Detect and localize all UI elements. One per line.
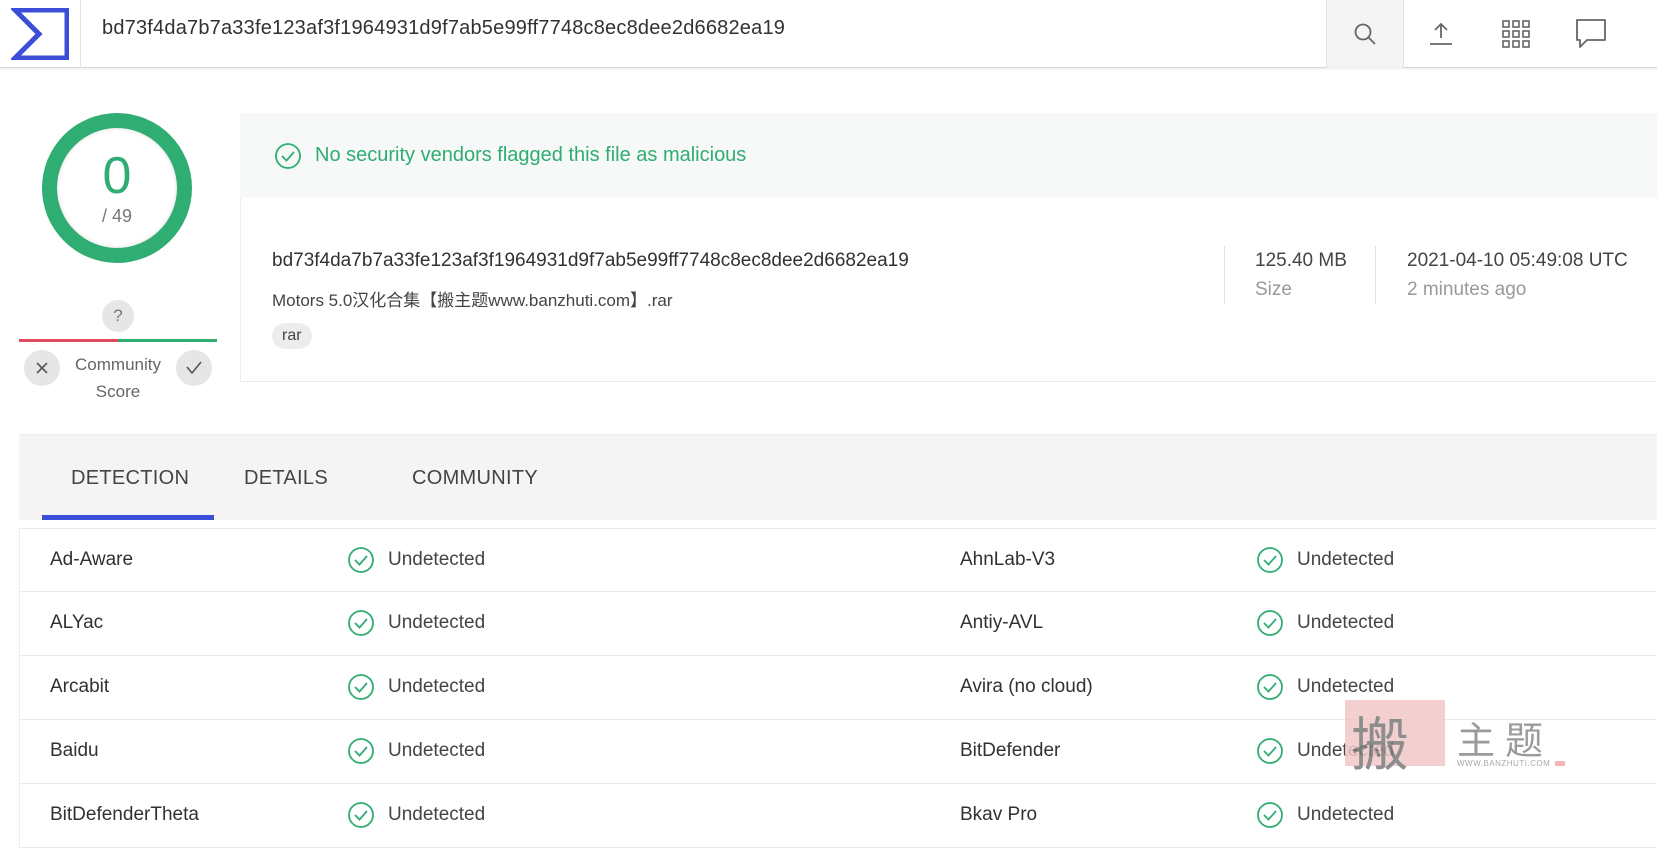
active-tab-indicator [42, 515, 214, 520]
community-bar-harmless [118, 339, 217, 342]
vendor-name[interactable]: Avira (no cloud) [960, 676, 1093, 698]
detection-score-ring: 0 / 49 [42, 113, 192, 263]
result-label: Undetected [388, 804, 486, 825]
community-label-line2: Score [95, 382, 141, 401]
watermark-url: WWW.BANZHUTI.COM [1457, 759, 1551, 768]
vendor-result: Undetected [1256, 609, 1394, 637]
check-circle-icon [348, 738, 374, 764]
upload-button[interactable] [1411, 0, 1471, 68]
vendor-name[interactable]: Baidu [50, 740, 99, 762]
divider [1224, 246, 1225, 304]
upload-icon [1430, 22, 1452, 45]
vendor-name[interactable]: Bkav Pro [960, 804, 1037, 826]
vendor-name[interactable]: ALYac [50, 612, 103, 634]
check-circle-icon [1257, 802, 1283, 828]
last-analysis-relative: 2 minutes ago [1407, 279, 1527, 300]
vendor-result: Undetected [347, 609, 485, 637]
result-label: Undetected [1297, 676, 1395, 697]
grid-icon [1502, 20, 1530, 48]
table-row: Ad-Aware Undetected AhnLab-V3 Undetected [20, 528, 1657, 592]
check-circle-icon [348, 674, 374, 700]
status-message: No security vendors flagged this file as… [315, 144, 747, 166]
search-icon [1354, 23, 1376, 45]
vendor-result: Undetected [347, 801, 485, 829]
community-bar-malicious [19, 339, 118, 342]
table-row: BitDefenderTheta Undetected Bkav Pro Undete… [20, 784, 1657, 848]
vendor-name[interactable]: BitDefenderTheta [50, 804, 199, 826]
vendor-result: Undetected [1256, 801, 1394, 829]
watermark-char-2: 主 [1457, 719, 1496, 763]
virustotal-logo[interactable] [0, 0, 81, 68]
file-size-value: 125.40 MB [1255, 250, 1347, 271]
result-label: Undetected [388, 549, 486, 570]
vendor-result: Undetected [347, 673, 485, 701]
community-label-line1: Community [75, 355, 161, 374]
file-hash[interactable]: bd73f4da7b7a33fe123af3f1964931d9f7ab5e99… [272, 250, 909, 272]
vendor-result: Undetected [347, 546, 485, 574]
file-name: Motors 5.0汉化合集【搬主题www.banzhuti.com】.rar [272, 291, 673, 310]
result-label: Undetected [388, 740, 486, 761]
community-score-label: Community Score [60, 351, 176, 405]
search-input[interactable]: bd73f4da7b7a33fe123af3f1964931d9f7ab5e99… [102, 17, 785, 40]
vendor-name[interactable]: BitDefender [960, 740, 1060, 762]
tab-community[interactable]: COMMUNITY [412, 435, 538, 521]
detection-table: Ad-Aware Undetected AhnLab-V3 Undetected ALY… [19, 528, 1657, 848]
close-icon [36, 362, 48, 374]
detection-score: 0 / 49 [57, 128, 177, 248]
community-score-value: ? [102, 300, 134, 332]
result-label: Undetected [1297, 804, 1395, 825]
apps-button[interactable] [1486, 0, 1546, 68]
chat-icon [1576, 19, 1606, 48]
check-circle-icon [275, 142, 301, 169]
search-button[interactable] [1326, 0, 1404, 68]
report-tabs: DETECTION DETAILS COMMUNITY [19, 434, 1657, 520]
check-circle-icon [348, 802, 374, 828]
vendor-name[interactable]: AhnLab-V3 [960, 549, 1055, 571]
vendor-name[interactable]: Ad-Aware [50, 549, 133, 571]
vendor-result: Undetected [1256, 546, 1394, 574]
result-label: Undetected [388, 676, 486, 697]
vendor-name[interactable]: Antiy-AVL [960, 612, 1043, 634]
check-circle-icon [1257, 738, 1283, 764]
detection-count: 0 [102, 146, 132, 205]
watermark-char-1: 搬 [1351, 711, 1410, 779]
check-circle-icon [348, 547, 374, 573]
file-tag[interactable]: rar [272, 323, 312, 349]
detection-total: / 49 [101, 205, 133, 226]
tab-details[interactable]: DETAILS [244, 435, 328, 521]
result-label: Undetected [388, 612, 486, 633]
check-circle-icon [1257, 547, 1283, 573]
check-circle-icon [1257, 674, 1283, 700]
top-bar: bd73f4da7b7a33fe123af3f1964931d9f7ab5e99… [0, 0, 1657, 68]
status-banner: No security vendors flagged this file as… [240, 113, 1657, 198]
chat-button[interactable] [1561, 0, 1621, 68]
tab-detection[interactable]: DETECTION [71, 435, 189, 521]
check-circle-icon [348, 610, 374, 636]
divider [1375, 246, 1376, 304]
vendor-result: Undetected [1256, 673, 1394, 701]
check-icon [186, 361, 202, 375]
table-row: ALYac Undetected Antiy-AVL Undetected [20, 592, 1657, 656]
vote-malicious-button[interactable] [24, 350, 60, 386]
file-info-panel: bd73f4da7b7a33fe123af3f1964931d9f7ab5e99… [240, 198, 1657, 382]
watermark: 搬 主 题 WWW.BANZHUTI.COM [1345, 700, 1570, 780]
file-size-label: Size [1255, 279, 1292, 300]
result-label: Undetected [1297, 549, 1395, 570]
check-circle-icon [1257, 610, 1283, 636]
last-analysis-date: 2021-04-10 05:49:08 UTC [1407, 250, 1628, 271]
result-label: Undetected [1297, 612, 1395, 633]
vendor-name[interactable]: Arcabit [50, 676, 109, 698]
watermark-char-3: 题 [1505, 719, 1544, 763]
vendor-result: Undetected [347, 737, 485, 765]
vote-harmless-button[interactable] [176, 350, 212, 386]
logo-icon [11, 8, 69, 60]
watermark-dash [1555, 761, 1565, 766]
